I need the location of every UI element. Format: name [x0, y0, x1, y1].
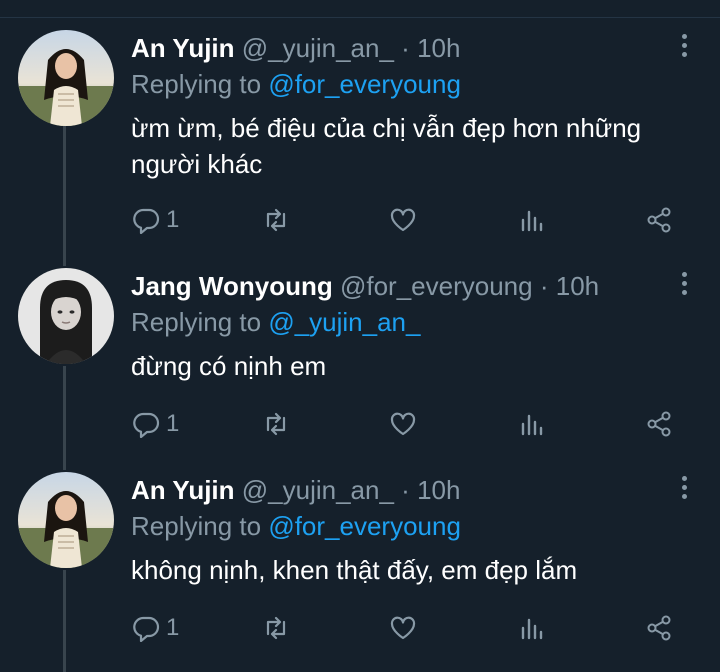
analytics-button[interactable] [518, 608, 546, 648]
tweet-header: An Yujin @_yujin_an_ · 10h [131, 30, 670, 66]
replying-to-label: Replying to [131, 307, 262, 337]
reply-count: 1 [166, 206, 180, 233]
avatar[interactable] [18, 472, 114, 568]
display-name[interactable]: Jang Wonyoung [131, 271, 333, 301]
tweet[interactable]: An Yujin @_yujin_an_ · 10h Replying to @… [0, 472, 720, 662]
reply-button[interactable]: 1 [132, 608, 179, 648]
avatar[interactable] [18, 30, 114, 126]
share-icon [647, 411, 671, 437]
mention-link[interactable]: @for_everyoung [268, 511, 461, 541]
share-icon [647, 207, 671, 233]
avatar-yujin-image [18, 30, 114, 126]
more-vertical-icon[interactable] [678, 34, 690, 62]
reply-count: 1 [166, 410, 180, 437]
action-bar: 1 [0, 608, 720, 648]
reply-icon [133, 616, 160, 642]
more-vertical-icon[interactable] [678, 272, 690, 300]
reply-icon [133, 208, 160, 234]
analytics-icon [521, 210, 543, 232]
separator-dot: · [401, 33, 410, 63]
share-button[interactable] [645, 608, 673, 648]
user-handle[interactable]: @_yujin_an_ [242, 33, 394, 63]
retweet-button[interactable] [262, 608, 290, 648]
more-vertical-icon[interactable] [678, 476, 690, 504]
reply-icon [133, 412, 160, 438]
share-icon [647, 615, 671, 641]
retweet-button[interactable] [262, 404, 290, 444]
analytics-button[interactable] [518, 404, 546, 444]
user-handle[interactable]: @for_everyoung [340, 271, 533, 301]
action-bar: 1 [0, 404, 720, 444]
user-handle[interactable]: @_yujin_an_ [242, 475, 394, 505]
retweet-button[interactable] [262, 200, 290, 240]
replying-to: Replying to @for_everyoung [131, 66, 461, 102]
mention-link[interactable]: @_yujin_an_ [268, 307, 420, 337]
analytics-icon [521, 414, 543, 436]
tweet-text: đừng có nịnh em [131, 351, 327, 381]
separator-dot: · [539, 271, 549, 301]
tweet[interactable]: An Yujin @_yujin_an_ · 10h Replying to @… [0, 30, 720, 240]
tweet-text: ừm ừm, bé điệu của chị vẫn đẹp hơn những… [131, 113, 642, 179]
replying-to-label: Replying to [131, 511, 262, 541]
replying-to-label: Replying to [131, 69, 262, 99]
reply-button[interactable]: 1 [132, 404, 179, 444]
like-button[interactable] [389, 200, 417, 240]
retweet-icon [266, 208, 286, 232]
tweet[interactable]: Jang Wonyoung @for_everyoung · 10h Reply… [0, 268, 720, 448]
retweet-icon [266, 412, 286, 436]
timestamp[interactable]: 10h [556, 271, 599, 301]
replying-to: Replying to @for_everyoung [131, 508, 461, 544]
heart-icon [390, 412, 416, 436]
tweet-header: Jang Wonyoung @for_everyoung · 10h [131, 268, 670, 304]
avatar[interactable] [18, 268, 114, 364]
heart-icon [390, 616, 416, 640]
separator-dot: · [401, 475, 410, 505]
reply-button[interactable]: 1 [132, 200, 179, 240]
heart-icon [390, 208, 416, 232]
share-button[interactable] [645, 404, 673, 444]
display-name[interactable]: An Yujin [131, 475, 235, 505]
reply-count: 1 [166, 614, 180, 641]
like-button[interactable] [389, 404, 417, 444]
top-divider [0, 17, 720, 18]
avatar-yujin-image [18, 472, 114, 568]
analytics-icon [521, 618, 543, 640]
timestamp[interactable]: 10h [417, 475, 460, 505]
analytics-button[interactable] [518, 200, 546, 240]
display-name[interactable]: An Yujin [131, 33, 235, 63]
tweet-header: An Yujin @_yujin_an_ · 10h [131, 472, 670, 508]
timestamp[interactable]: 10h [417, 33, 460, 63]
tweet-text: không nịnh, khen thật đấy, em đẹp lắm [131, 555, 578, 585]
action-bar: 1 [0, 200, 720, 240]
avatar-wonyoung-image [18, 268, 114, 364]
replying-to: Replying to @_yujin_an_ [131, 304, 420, 340]
retweet-icon [266, 616, 286, 640]
like-button[interactable] [389, 608, 417, 648]
share-button[interactable] [645, 200, 673, 240]
mention-link[interactable]: @for_everyoung [268, 69, 461, 99]
